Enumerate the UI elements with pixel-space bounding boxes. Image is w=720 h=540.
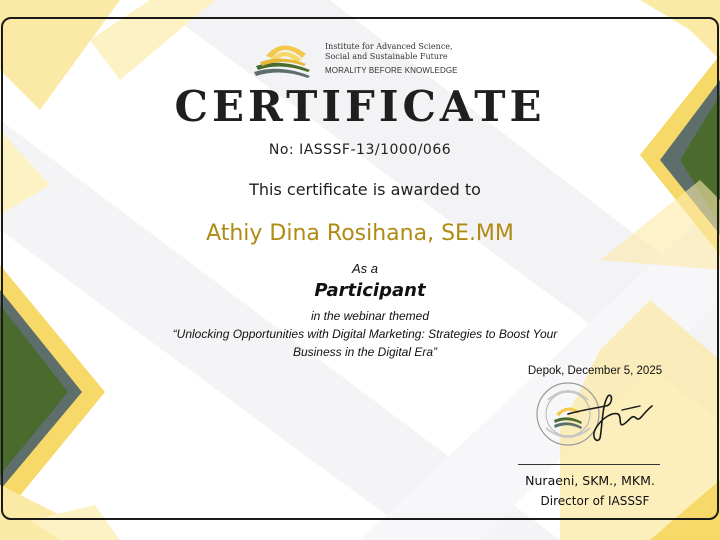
place-date: Depok, December 5, 2025	[527, 365, 663, 377]
as-a-label: As a	[351, 261, 378, 276]
handwritten-signature	[567, 394, 653, 442]
webinar-intro: in the webinar themed	[310, 309, 430, 323]
recipient-name: Athiy Dina Rosihana, SE.MM	[206, 221, 514, 246]
organization-tagline: MORALITY BEFORE KNOWLEDGE	[325, 66, 458, 75]
webinar-title: “Unlocking Opportunities with Digital Ma…	[130, 325, 600, 361]
signature-line	[518, 464, 660, 465]
institute-logo-icon	[254, 45, 310, 78]
webinar-title-line2: Business in the Digital Era”	[292, 345, 438, 359]
awarded-text: This certificate is awarded to	[249, 180, 481, 199]
certificate-number: No: IASSSF-13/1000/066	[268, 142, 452, 158]
participant-role: Participant	[314, 280, 426, 301]
webinar-title-line1: “Unlocking Opportunities with Digital Ma…	[172, 327, 558, 341]
certificate-title: CERTIFICATE	[174, 82, 546, 131]
organization-name-line2: Social and Sustainable Future	[325, 52, 448, 61]
signer-name: Nuraeni, SKM., MKM.	[525, 473, 655, 488]
organization-name: Institute for Advanced Science, Social a…	[325, 42, 495, 62]
signer-title: Director of IASSSF	[540, 494, 650, 508]
organization-name-line1: Institute for Advanced Science,	[325, 42, 453, 51]
